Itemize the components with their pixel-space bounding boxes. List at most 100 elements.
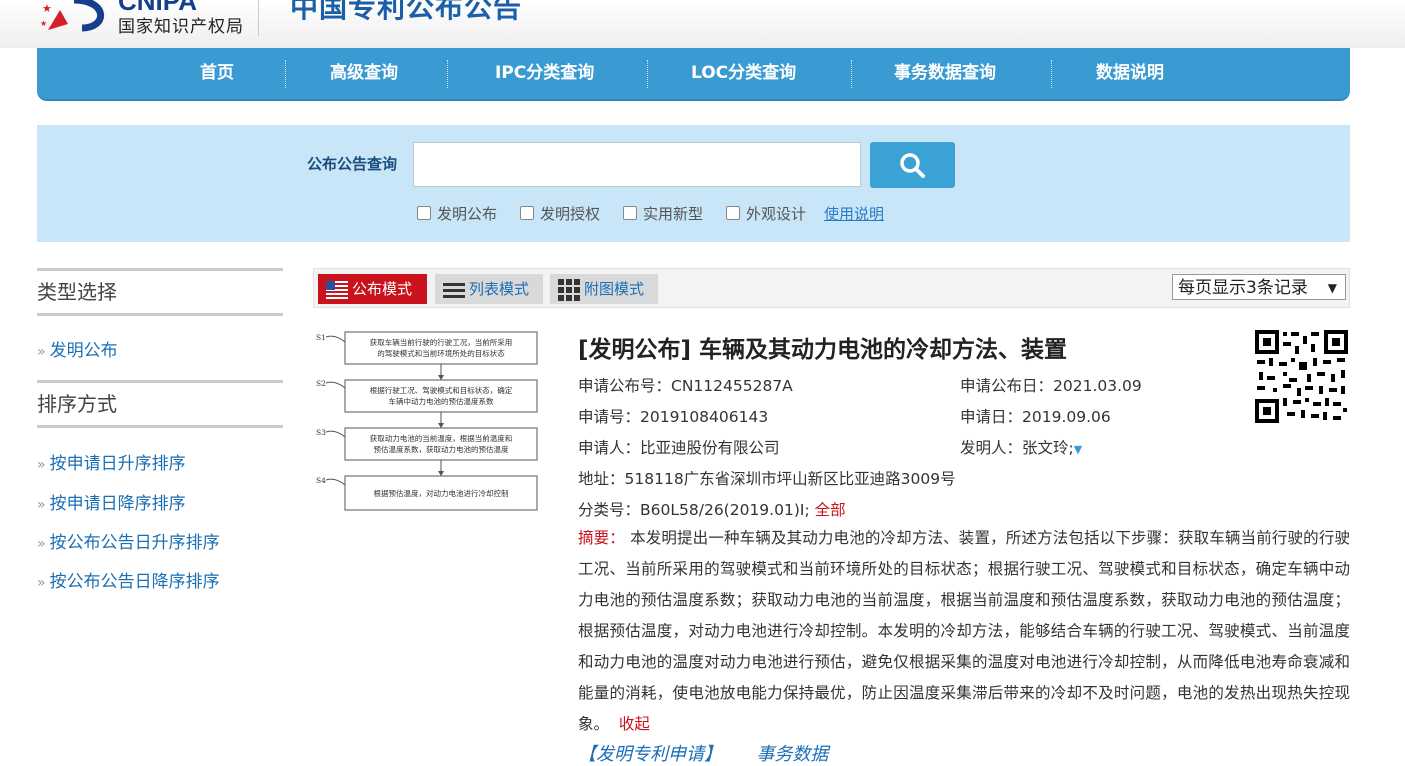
mode-label: 列表模式: [469, 280, 530, 298]
sort-pubdate-asc[interactable]: » 按公布公告日升序排序: [37, 528, 220, 553]
nav-ipc-search[interactable]: IPC分类查询: [495, 48, 594, 99]
inventor-row: 发明人：张文玲;▼: [960, 436, 1082, 458]
app-date-row: 申请日：2019.09.06: [960, 405, 1111, 427]
sort-pubdate-desc[interactable]: » 按公布公告日降序排序: [37, 567, 220, 592]
show-all-classes-link[interactable]: 全部: [815, 501, 846, 519]
step-text: 预估温度系数，获取动力电池的预估温度: [374, 444, 509, 454]
filter-utility-model[interactable]: 实用新型: [623, 203, 703, 224]
chevron-right-icon: »: [37, 575, 46, 591]
abstract: 摘要： 本发明提出一种车辆及其动力电池的冷却方法、装置，所述方法包括以下步骤：获…: [578, 523, 1350, 740]
sort-label: 按申请日升序排序: [49, 454, 186, 474]
filter-design[interactable]: 外观设计: [726, 203, 806, 224]
app-date-value: 2019.09.06: [1022, 408, 1111, 426]
step-text: 获取动力电池的当前温度，根据当前温度和: [370, 433, 513, 443]
nav-transaction-search[interactable]: 事务数据查询: [894, 48, 996, 99]
mode-label: 公布模式: [352, 280, 413, 298]
pub-no-value: CN112455287A: [671, 377, 793, 395]
type-select-heading: 类型选择: [37, 268, 283, 316]
sort-appdate-asc[interactable]: » 按申请日升序排序: [37, 449, 186, 474]
step-text: 根据行驶工况、驾驶模式和目标状态，确定: [370, 385, 513, 395]
step-text: 的驾驶模式和当前环境所处的目标状态: [377, 348, 505, 358]
search-input[interactable]: [413, 142, 861, 187]
step-text: 根据预估温度，对动力电池进行冷却控制: [374, 488, 509, 498]
classification-row: 分类号：B60L58/26(2019.01)I; 全部: [578, 498, 846, 520]
step-label: S4: [316, 476, 326, 485]
applicant-value: 比亚迪股份有限公司: [640, 439, 780, 457]
chevron-right-icon: »: [37, 497, 46, 513]
mode-list[interactable]: 列表模式: [435, 274, 543, 304]
nav-separator: [1051, 60, 1052, 88]
sidebar-item-label: 发明公布: [49, 341, 118, 361]
sort-label: 按申请日降序排序: [49, 494, 186, 514]
nav-home[interactable]: 首页: [200, 48, 234, 99]
usage-help-link[interactable]: 使用说明: [824, 203, 884, 224]
sort-label: 按公布公告日升序排序: [49, 533, 220, 553]
checkbox-icon[interactable]: [520, 206, 534, 220]
leader-line: [325, 335, 346, 343]
sort-heading: 排序方式: [37, 380, 283, 428]
pub-no-row: 申请公布号：CN112455287A: [578, 374, 793, 396]
nav-separator: [447, 60, 448, 88]
inventor-value: 张文玲;: [1022, 439, 1074, 457]
search-button[interactable]: [870, 142, 955, 188]
filter-label: 外观设计: [746, 205, 807, 223]
flow-step-box: [344, 331, 538, 365]
field-label: 分类号：: [578, 501, 641, 519]
per-page-value: 每页显示3条记录: [1178, 278, 1308, 298]
filter-label: 发明授权: [540, 205, 601, 223]
site-title: 中国专利公布公告: [290, 0, 523, 24]
chevron-right-icon: »: [37, 536, 46, 552]
result-title[interactable]: [发明公布] 车辆及其动力电池的冷却方法、装置: [578, 330, 1067, 364]
classification-value: B60L58/26(2019.01)I;: [640, 501, 810, 519]
filter-invention-publication[interactable]: 发明公布: [417, 203, 497, 224]
step-label: S1: [316, 333, 326, 342]
field-label: 申请号：: [578, 408, 641, 426]
svg-text:★: ★: [54, 19, 62, 29]
step-text: 获取车辆当前行驶的行驶工况，当前所采用: [370, 337, 513, 347]
per-page-select[interactable]: 每页显示3条记录 ▼: [1172, 274, 1346, 300]
address-value: 518118广东省深圳市坪山新区比亚迪路3009号: [624, 470, 956, 488]
mode-figures[interactable]: 附图模式: [550, 274, 658, 304]
flow-step-box: [344, 427, 538, 461]
expand-arrow-icon[interactable]: ▼: [1074, 443, 1082, 456]
dropdown-arrow-icon: ▼: [1327, 281, 1337, 295]
leader-line: [325, 430, 346, 438]
nav-loc-search[interactable]: LOC分类查询: [691, 48, 796, 99]
filter-invention-grant[interactable]: 发明授权: [520, 203, 600, 224]
checkbox-icon[interactable]: [726, 206, 740, 220]
cnipa-logo-icon[interactable]: ★ ★ ★: [38, 0, 118, 38]
step-label: S3: [316, 428, 326, 437]
checkbox-icon[interactable]: [623, 206, 637, 220]
mode-label: 附图模式: [584, 280, 645, 298]
field-label: 申请日：: [960, 408, 1023, 426]
patent-figure[interactable]: S1 获取车辆当前行驶的行驶工况，当前所采用 的驾驶模式和当前环境所处的目标状态…: [313, 328, 545, 518]
pub-date-value: 2021.03.09: [1053, 377, 1142, 395]
field-label: 申请公布号：: [578, 377, 672, 395]
app-no-value: 2019108406143: [640, 408, 769, 426]
qr-code-icon: [1253, 328, 1350, 425]
flow-step-box: [344, 379, 538, 413]
flag-icon: [326, 280, 348, 299]
chevron-right-icon: »: [37, 457, 46, 473]
abstract-label: 摘要：: [578, 529, 625, 547]
sidebar-item-invention-publication[interactable]: » 发明公布: [37, 336, 118, 361]
result-bottom-links: 【发明专利申请】 事务数据: [578, 740, 828, 766]
transaction-data-link[interactable]: 事务数据: [756, 744, 828, 765]
nav-separator: [647, 60, 648, 88]
nav-separator: [851, 60, 852, 88]
search-panel: 公布公告查询 发明公布 发明授权 实用新型 外观设计 使用说明: [37, 125, 1350, 242]
field-label: 地址：: [578, 470, 625, 488]
nav-data-description[interactable]: 数据说明: [1096, 48, 1164, 99]
nav-separator: [285, 60, 286, 88]
checkbox-icon[interactable]: [417, 206, 431, 220]
patent-application-link[interactable]: 【发明专利申请】: [578, 744, 722, 765]
mode-publication[interactable]: 公布模式: [318, 274, 427, 304]
field-label: 申请人：: [578, 439, 641, 457]
leader-line: [325, 478, 346, 486]
collapse-link[interactable]: 收起: [619, 715, 650, 733]
logo-divider: [258, 0, 259, 36]
filter-label: 实用新型: [643, 205, 704, 223]
nav-advanced-search[interactable]: 高级查询: [330, 48, 398, 99]
grid-icon: [558, 278, 580, 301]
sort-appdate-desc[interactable]: » 按申请日降序排序: [37, 489, 186, 514]
